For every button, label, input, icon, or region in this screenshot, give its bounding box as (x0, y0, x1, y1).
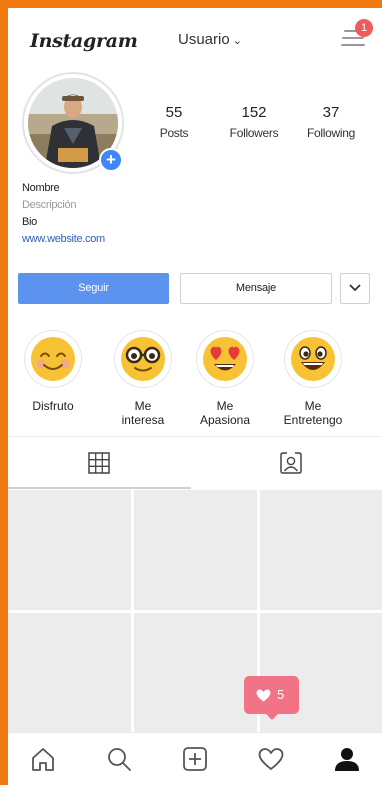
profile-website-link[interactable]: www.website.com (22, 231, 105, 248)
nav-activity-button[interactable] (256, 744, 286, 774)
grid-icon (88, 452, 110, 474)
post-thumbnail[interactable] (134, 613, 257, 732)
post-thumbnail[interactable] (8, 613, 131, 732)
profile-description: Descripción (22, 199, 77, 211)
post-thumbnail[interactable] (260, 490, 382, 610)
likes-notification-bubble[interactable]: 5 (244, 676, 299, 720)
grin-emoji-icon (291, 337, 335, 381)
posts-stat[interactable]: 55 Posts (134, 104, 214, 140)
likes-count: 5 (277, 687, 285, 702)
highlight-me-entretengo[interactable]: Me Entretengo (270, 330, 356, 427)
highlight-disfruto[interactable]: Disfruto (10, 330, 96, 413)
instagram-logo[interactable]: Instagram (30, 30, 138, 52)
following-count: 37 (322, 104, 340, 121)
highlight-me-interesa[interactable]: Me interesa (100, 330, 186, 427)
highlight-label: Me (304, 399, 322, 413)
highlight-label: Entretengo (283, 413, 343, 427)
username-label: Usuario (178, 31, 230, 48)
highlight-label: Apasiona (199, 413, 251, 427)
followers-label: Followers (229, 126, 279, 140)
highlight-me-apasiona[interactable]: Me Apasiona (182, 330, 268, 427)
chevron-down-icon (349, 284, 361, 292)
post-thumbnail[interactable] (8, 490, 131, 610)
tagged-portrait-icon (280, 452, 302, 474)
username-switcher[interactable]: Usuario ⌄ (178, 31, 242, 48)
add-story-button[interactable]: + (99, 148, 123, 172)
phone-screen: Instagram Usuario ⌄ 1 + 55 Posts 152 Fol… (8, 8, 382, 785)
nav-add-post-button[interactable] (180, 744, 210, 774)
highlight-label: interesa (121, 413, 165, 427)
post-thumbnail[interactable] (134, 490, 257, 610)
heart-eyes-emoji-icon (203, 337, 247, 381)
bio-section: Nombre Descripción Bio www.website.com (22, 180, 105, 248)
nav-search-button[interactable] (104, 744, 134, 774)
posts-label: Posts (159, 126, 189, 140)
tab-tagged[interactable] (199, 437, 382, 489)
activity-heart-icon (258, 748, 284, 770)
content-tabs (8, 436, 382, 489)
nav-home-button[interactable] (28, 744, 58, 774)
highlight-label: Me (216, 399, 234, 413)
home-icon (32, 748, 54, 771)
search-icon (108, 748, 131, 771)
follow-button[interactable]: Seguir (18, 273, 169, 304)
active-tab-indicator (8, 487, 191, 489)
highlight-label: Disfruto (32, 399, 74, 413)
glasses-emoji-icon (121, 337, 165, 381)
chevron-down-icon: ⌄ (232, 35, 242, 47)
bottom-navigation (8, 732, 382, 785)
top-header: Instagram Usuario ⌄ 1 (8, 8, 382, 70)
highlight-label: Me (134, 399, 152, 413)
blush-smile-emoji-icon (31, 337, 75, 381)
followers-stat[interactable]: 152 Followers (214, 104, 294, 140)
profile-bio: Bio (22, 216, 37, 228)
notification-badge: 1 (355, 19, 373, 37)
message-button[interactable]: Mensaje (180, 273, 332, 304)
followers-count: 152 (241, 104, 267, 121)
tab-posts-grid[interactable] (8, 437, 191, 489)
posts-count: 55 (165, 104, 183, 121)
nav-profile-button[interactable] (332, 744, 362, 774)
add-post-icon (183, 747, 207, 771)
profile-name: Nombre (22, 182, 60, 194)
following-stat[interactable]: 37 Following (291, 104, 371, 140)
profile-icon (335, 748, 359, 771)
suggestions-dropdown-button[interactable] (340, 273, 370, 304)
heart-icon (256, 689, 271, 702)
following-label: Following (307, 126, 355, 140)
posts-grid (8, 490, 382, 732)
